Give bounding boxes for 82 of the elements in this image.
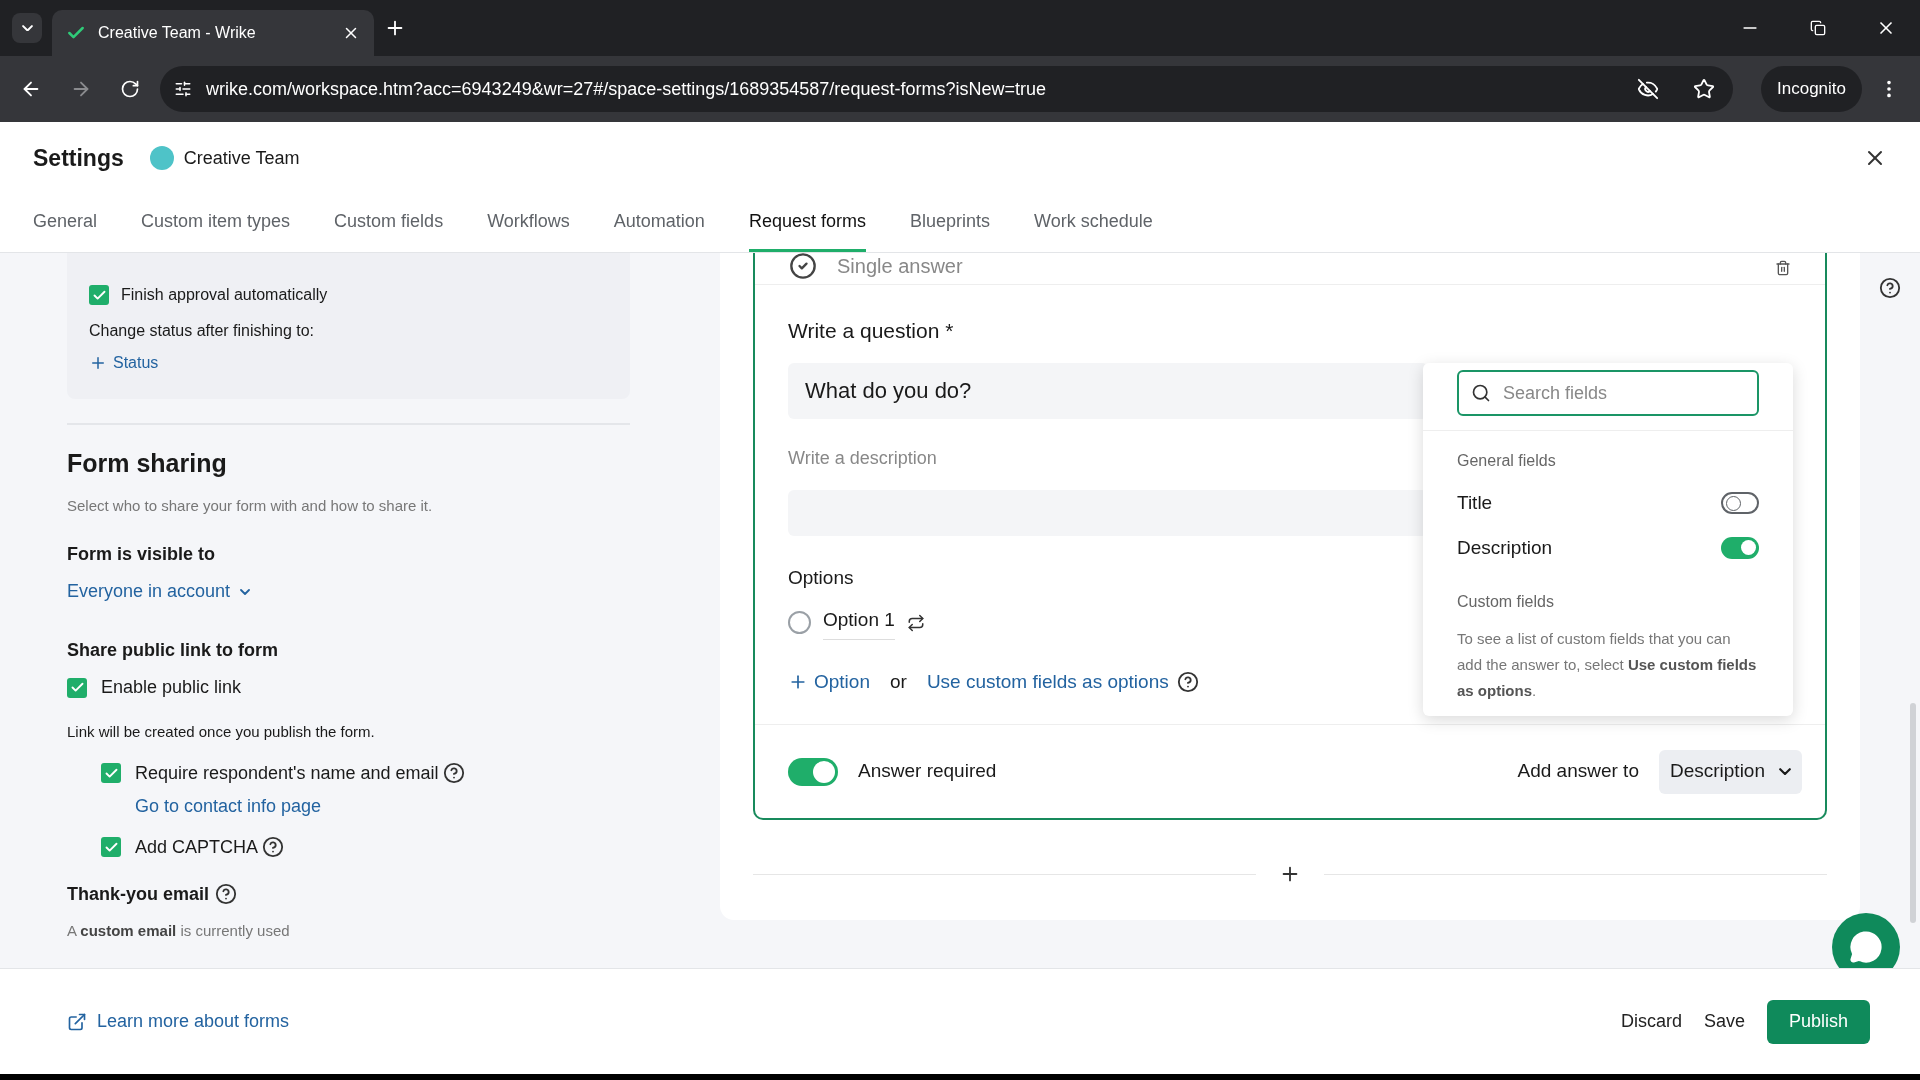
settings-tab[interactable]: Custom fields bbox=[334, 194, 444, 252]
field-menu-item[interactable]: Description bbox=[1457, 533, 1759, 562]
address-bar[interactable]: wrike.com/workspace.htm?acc=6943249&wr=27#/space-settings/1689354587/request-forms?isNew=true bbox=[160, 66, 1733, 112]
check-icon bbox=[69, 680, 85, 695]
plus-icon bbox=[89, 354, 107, 372]
swap-icon[interactable] bbox=[906, 613, 925, 632]
incognito-button[interactable]: Incognito bbox=[1761, 66, 1862, 112]
tab-list-button[interactable] bbox=[12, 13, 42, 43]
option-label[interactable]: Option 1 bbox=[823, 606, 895, 640]
eye-off-icon[interactable] bbox=[1637, 78, 1659, 100]
page-title: Settings bbox=[33, 143, 124, 173]
external-link-icon bbox=[67, 1011, 87, 1032]
reload-icon[interactable] bbox=[120, 79, 140, 99]
checkbox[interactable] bbox=[67, 677, 87, 698]
settings-tab[interactable]: General bbox=[33, 194, 98, 252]
settings-tab[interactable]: Automation bbox=[613, 194, 705, 252]
checkbox-label: Require respondent's name and email bbox=[135, 761, 439, 785]
visibility-dropdown[interactable]: Everyone in account bbox=[67, 578, 251, 605]
answer-type-label: Single answer bbox=[837, 253, 963, 279]
help-icon[interactable] bbox=[262, 836, 285, 858]
field-heading: Thank-you email bbox=[67, 882, 210, 906]
thank-you-note: A custom email is currently used bbox=[67, 920, 291, 941]
help-icon[interactable] bbox=[1176, 670, 1199, 693]
link-note: Link will be created once you publish the form. bbox=[67, 722, 376, 742]
options-label: Options bbox=[788, 565, 854, 590]
custom-fields-link[interactable]: Use custom fields as options bbox=[926, 667, 1169, 696]
checkbox-label: Enable public link bbox=[101, 676, 242, 699]
star-icon[interactable] bbox=[1693, 78, 1715, 100]
settings-tab[interactable]: Workflows bbox=[487, 194, 570, 252]
help-icon[interactable] bbox=[1879, 277, 1901, 299]
chat-icon bbox=[1849, 930, 1883, 964]
help-icon[interactable] bbox=[442, 762, 465, 784]
toggle-switch[interactable] bbox=[1721, 492, 1759, 515]
search-field[interactable]: Search fields bbox=[1457, 370, 1759, 416]
answer-target-dropdown[interactable]: Description bbox=[1658, 749, 1802, 794]
field-heading: Form is visible to bbox=[67, 543, 217, 566]
menu-section-heading: General fields bbox=[1457, 451, 1557, 471]
description-placeholder[interactable]: Write a description bbox=[788, 444, 937, 472]
toggle-switch[interactable] bbox=[1721, 536, 1759, 559]
add-option-link[interactable]: Option bbox=[788, 667, 870, 696]
browser-tab[interactable]: Creative Team - Wrike bbox=[52, 10, 374, 56]
answer-type-icon bbox=[789, 253, 817, 280]
publish-button[interactable]: Publish bbox=[1766, 999, 1870, 1044]
chevron-down-icon bbox=[1779, 767, 1791, 776]
or-text: or bbox=[890, 669, 907, 694]
add-answer-label: Add answer to bbox=[1517, 759, 1639, 784]
settings-tab[interactable]: Custom item types bbox=[141, 194, 291, 252]
settings-tab[interactable]: Blueprints bbox=[909, 194, 990, 252]
checkbox-label: Add CAPTCHA bbox=[135, 835, 259, 859]
search-icon bbox=[1471, 383, 1491, 403]
space-name: Creative Team bbox=[183, 146, 300, 170]
radio-button[interactable] bbox=[788, 611, 811, 635]
menu-section-heading: Custom fields bbox=[1457, 592, 1555, 612]
toggle-label: Answer required bbox=[858, 759, 997, 784]
footer-button[interactable]: Discard bbox=[1620, 999, 1682, 1044]
settings-tab[interactable]: Work schedule bbox=[1034, 194, 1153, 252]
checkbox-label: Finish approval automatically bbox=[121, 285, 328, 305]
contact-info-link[interactable]: Go to contact info page bbox=[135, 792, 322, 820]
field-heading: Share public link to form bbox=[67, 639, 280, 662]
toggle-switch[interactable] bbox=[788, 757, 838, 786]
url-text: wrike.com/workspace.htm?acc=6943249&wr=27#/space-settings/1689354587/request-forms?isNew=true bbox=[206, 77, 1047, 101]
section-heading: Form sharing bbox=[67, 448, 228, 479]
question-label: Write a question * bbox=[788, 318, 954, 344]
chevron-down-icon bbox=[21, 24, 33, 32]
checkbox[interactable] bbox=[89, 285, 109, 305]
checkbox[interactable] bbox=[101, 837, 121, 857]
help-icon[interactable] bbox=[215, 883, 238, 905]
restore-icon[interactable] bbox=[1810, 20, 1826, 36]
delete-icon[interactable] bbox=[1775, 259, 1791, 276]
custom-fields-note: To see a list of custom fields that you can add the answer to, select Use custom fields as options. bbox=[1457, 629, 1758, 701]
add-status-link[interactable]: Status bbox=[89, 351, 159, 375]
footer-button[interactable]: Save bbox=[1703, 999, 1745, 1044]
learn-more-link[interactable]: Learn more about forms bbox=[67, 1008, 290, 1035]
checkbox[interactable] bbox=[101, 763, 121, 783]
tab-title: Creative Team - Wrike bbox=[98, 23, 257, 43]
section-subtitle: Select who to share your form with and how to share it. bbox=[67, 495, 434, 516]
field-menu-item[interactable]: Title bbox=[1457, 489, 1759, 518]
chat-button[interactable] bbox=[1832, 913, 1900, 968]
space-icon bbox=[149, 146, 174, 170]
site-settings-icon[interactable] bbox=[174, 80, 192, 98]
status-label: Change status after finishing to: bbox=[89, 321, 316, 341]
chevron-down-icon bbox=[240, 588, 251, 595]
